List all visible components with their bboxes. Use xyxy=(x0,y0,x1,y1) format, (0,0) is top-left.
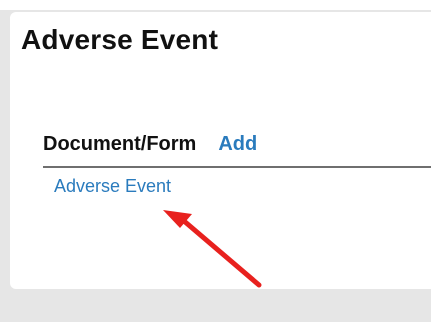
top-strip xyxy=(0,0,431,10)
section-divider xyxy=(43,166,431,168)
document-form-label: Document/Form xyxy=(43,133,197,155)
adverse-event-document-link[interactable]: Adverse Event xyxy=(54,176,171,197)
document-form-header: Document/Form Add xyxy=(43,133,257,157)
panel-title: Adverse Event xyxy=(21,24,219,55)
add-document-link[interactable]: Add xyxy=(218,133,257,156)
